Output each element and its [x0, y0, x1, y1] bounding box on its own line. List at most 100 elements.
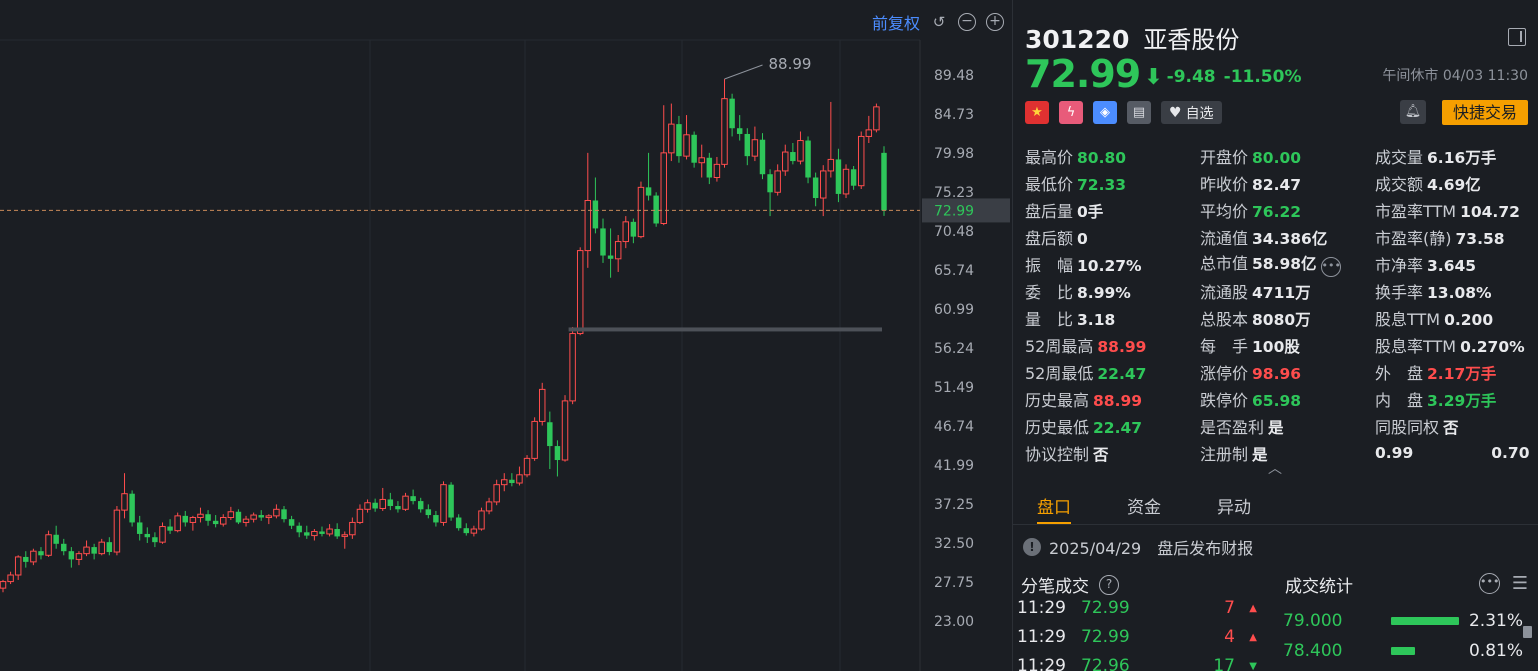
candle-body[interactable]	[744, 133, 751, 157]
candle-body[interactable]	[227, 511, 235, 519]
candle-body[interactable]	[645, 187, 652, 196]
candle-body[interactable]	[281, 509, 287, 520]
candle-body[interactable]	[296, 525, 302, 533]
candle-body[interactable]	[683, 134, 690, 157]
candle-body[interactable]	[205, 514, 211, 521]
earnings-notice[interactable]: ! 2025/04/29 盘后发布财报	[1023, 535, 1253, 559]
candle-body[interactable]	[136, 522, 143, 534]
support-line[interactable]	[568, 327, 882, 332]
candle-body[interactable]	[706, 157, 713, 178]
candle-body[interactable]	[349, 521, 356, 536]
candle-body[interactable]	[485, 501, 493, 512]
candle-body[interactable]	[167, 526, 173, 531]
candle-body[interactable]	[713, 163, 721, 178]
add-watchlist-button[interactable]: ♥ 自选	[1161, 101, 1222, 124]
candle-body[interactable]	[379, 498, 386, 509]
tab-1[interactable]: 资金	[1127, 485, 1161, 524]
adjust-mode-button[interactable]: 前复权	[872, 10, 920, 34]
candle-body[interactable]	[569, 333, 576, 402]
candle-body[interactable]	[189, 517, 197, 523]
candle-body[interactable]	[288, 519, 295, 526]
candle-body[interactable]	[0, 581, 7, 589]
candle-body[interactable]	[273, 508, 280, 517]
candle-body[interactable]	[410, 496, 416, 502]
zoom-in-icon[interactable]: +	[986, 13, 1004, 31]
candle-body[interactable]	[152, 537, 158, 543]
collapse-stats-icon[interactable]: ︿	[1268, 458, 1282, 478]
candle-body[interactable]	[751, 139, 759, 157]
candle-body[interactable]	[493, 484, 500, 503]
more-options-icon[interactable]: •••	[1479, 573, 1500, 594]
candle-body[interactable]	[812, 177, 819, 199]
kline-chart[interactable]: 89.4884.7379.9875.2370.4865.7460.9956.24…	[0, 0, 1010, 671]
candle-body[interactable]	[356, 508, 364, 523]
candle-body[interactable]	[668, 123, 675, 154]
candle-body[interactable]	[622, 221, 630, 243]
tag-icon[interactable]: ◈	[1093, 101, 1117, 124]
more-info-icon[interactable]: •••	[1320, 257, 1341, 277]
china-flag-icon[interactable]: ★	[1025, 101, 1049, 124]
candle-body[interactable]	[759, 139, 766, 175]
candle-body[interactable]	[547, 422, 553, 447]
candle-body[interactable]	[121, 493, 128, 511]
candle-body[interactable]	[113, 509, 121, 553]
candle-body[interactable]	[14, 556, 22, 576]
reset-icon[interactable]: ↺	[930, 13, 948, 31]
candle-body[interactable]	[554, 446, 561, 461]
zoom-out-icon[interactable]: −	[958, 13, 976, 31]
candle-body[interactable]	[23, 556, 29, 562]
candle-body[interactable]	[402, 495, 409, 510]
candle-body[interactable]	[873, 106, 880, 131]
candle-body[interactable]	[197, 513, 204, 519]
candle-body[interactable]	[637, 186, 645, 238]
candle-body[interactable]	[842, 168, 850, 195]
tab-0[interactable]: 盘口	[1037, 485, 1071, 524]
scrollbar-thumb[interactable]	[1523, 626, 1532, 638]
candle-body[interactable]	[478, 510, 485, 530]
candle-body[interactable]	[790, 152, 796, 162]
tab-2[interactable]: 异动	[1217, 485, 1251, 524]
candle-body[interactable]	[501, 479, 508, 486]
candle-body[interactable]	[698, 157, 705, 164]
candle-body[interactable]	[463, 528, 470, 534]
candle-body[interactable]	[364, 502, 371, 510]
candle-body[interactable]	[455, 517, 462, 529]
candle-body[interactable]	[75, 553, 83, 560]
candle-body[interactable]	[68, 551, 75, 560]
candle-body[interactable]	[311, 530, 318, 537]
alert-bell-icon[interactable]: 🔔︎	[1400, 100, 1426, 124]
candle-body[interactable]	[83, 546, 90, 555]
candle-body[interactable]	[561, 400, 569, 461]
candle-body[interactable]	[38, 551, 44, 556]
candle-body[interactable]	[319, 531, 325, 534]
candle-body[interactable]	[395, 506, 401, 510]
candle-body[interactable]	[106, 542, 113, 553]
quick-trade-button[interactable]: 快捷交易	[1442, 100, 1528, 125]
candle-body[interactable]	[865, 129, 873, 137]
volume-stats-list[interactable]: 79.000 2.31% 78.400 0.81%	[1283, 606, 1523, 666]
candle-body[interactable]	[53, 534, 59, 544]
candle-body[interactable]	[387, 499, 394, 507]
candle-body[interactable]	[691, 134, 697, 163]
candle-body[interactable]	[653, 195, 659, 224]
candle-body[interactable]	[676, 124, 682, 157]
candle-body[interactable]	[372, 502, 378, 509]
candle-body[interactable]	[45, 534, 52, 556]
candle-body[interactable]	[797, 140, 804, 162]
document-icon[interactable]: ▤	[1127, 101, 1151, 124]
candle-body[interactable]	[538, 388, 546, 422]
candle-body[interactable]	[850, 169, 857, 186]
candle-body[interactable]	[782, 151, 789, 172]
limit-lightning-icon[interactable]: ϟ	[1059, 101, 1083, 124]
candle-body[interactable]	[212, 520, 219, 525]
candle-body[interactable]	[721, 98, 728, 165]
list-menu-icon[interactable]: ☰	[1512, 573, 1528, 594]
candle-body[interactable]	[584, 199, 592, 252]
candle-body[interactable]	[235, 511, 242, 523]
candle-body[interactable]	[523, 457, 531, 476]
candle-body[interactable]	[174, 515, 181, 532]
candle-body[interactable]	[767, 174, 773, 193]
candle-body[interactable]	[820, 170, 827, 199]
candle-body[interactable]	[729, 98, 735, 129]
candle-body[interactable]	[91, 547, 97, 554]
